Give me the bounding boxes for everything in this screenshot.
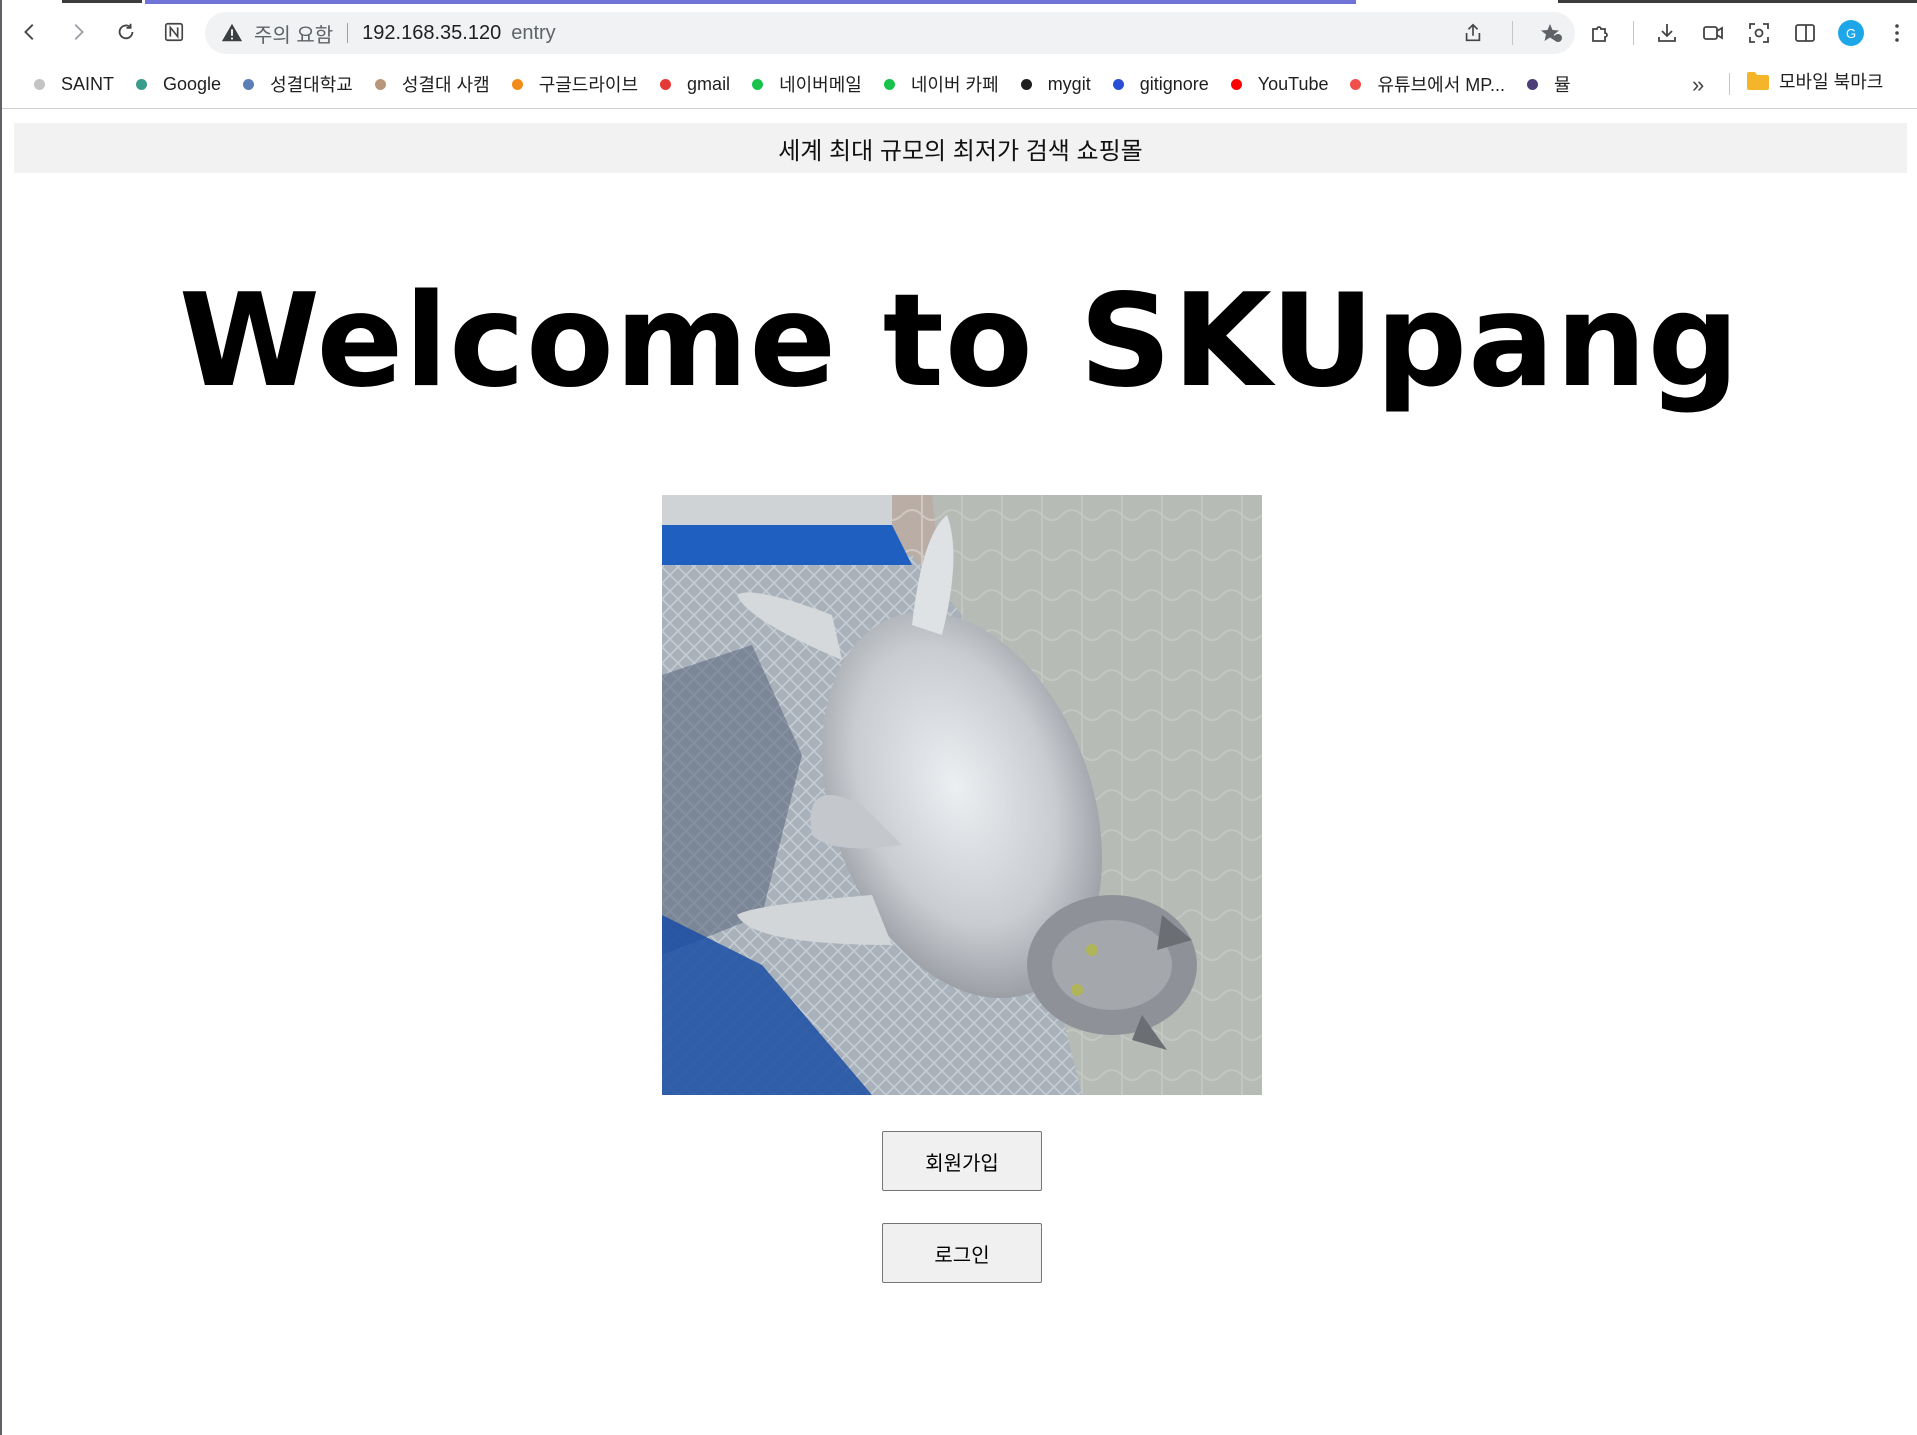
notion-extension-button[interactable]: [154, 12, 194, 52]
bookmarks-overflow-chevron-icon[interactable]: »: [1692, 72, 1704, 98]
page-title: Welcome to SKUpang: [178, 267, 1741, 416]
folder-icon: [1747, 72, 1769, 90]
bookmark-label: gmail: [687, 73, 731, 94]
bookmark-item[interactable]: Google: [136, 74, 221, 95]
address-bar-actions: [1460, 12, 1565, 54]
bookmark-favicon-icon: [374, 78, 386, 90]
page-content: 세계 최대 규모의 최저가 검색 쇼핑몰 Welcome to SKUpang: [2, 109, 1917, 1435]
cat-photo: [662, 495, 1262, 1095]
folder-label: 모바일 북마크: [1779, 72, 1884, 92]
bookmark-label: SAINT: [61, 73, 115, 94]
bookmark-item[interactable]: YouTube: [1230, 73, 1329, 95]
share-icon[interactable]: [1460, 20, 1486, 46]
bookmark-label: 성결대학교: [270, 75, 353, 95]
bookmark-label: 뮬: [1553, 75, 1571, 95]
bookmark-item[interactable]: mygit: [1020, 73, 1091, 95]
bookmark-star-icon[interactable]: [1539, 20, 1565, 46]
more-menu-icon[interactable]: [1884, 20, 1910, 46]
browser-window: 주의 요함 192.168.35.120 entry G SAINT Googl…: [0, 0, 1917, 1435]
bookmark-label: YouTube: [1257, 73, 1329, 94]
bookmark-item[interactable]: 유튜브에서 MP...: [1350, 71, 1505, 97]
bookmark-favicon-icon: [1020, 78, 1032, 90]
divider: [1512, 21, 1513, 45]
reload-icon: [118, 23, 134, 40]
bookmark-item[interactable]: 네이버 카페: [883, 71, 999, 97]
bookmark-item[interactable]: gmail: [660, 74, 730, 95]
back-arrow-icon: [24, 24, 34, 40]
bookmark-item[interactable]: 성결대 사캠: [374, 71, 490, 97]
security-warning-label[interactable]: 주의 요함: [254, 19, 333, 48]
bookmark-label: gitignore: [1139, 73, 1209, 94]
warning-icon[interactable]: [220, 21, 244, 45]
bookmarks-bar: SAINT Google 성결대학교 성결대 사캠 구글드라이브 gmail 네이버메일 네이…: [2, 64, 1917, 104]
bookmark-favicon-icon: [1112, 78, 1124, 90]
site-banner: 세계 최대 규모의 최저가 검색 쇼핑몰: [14, 123, 1907, 173]
tab-strip-edge: [62, 0, 142, 3]
bookmark-label: Google: [163, 73, 222, 94]
login-button[interactable]: 로그인: [882, 1223, 1042, 1283]
extensions-puzzle-icon[interactable]: [1587, 20, 1613, 46]
bookmark-label: 네이버 카페: [910, 75, 999, 95]
bookmark-favicon-icon: [660, 78, 672, 90]
bookmark-label: 네이버메일: [779, 75, 862, 95]
bookmark-item[interactable]: 네이버메일: [752, 71, 862, 97]
screenshot-icon[interactable]: [1746, 20, 1772, 46]
download-icon[interactable]: [1654, 20, 1680, 46]
divider: [1633, 21, 1634, 45]
bookmark-favicon-icon: [511, 78, 523, 90]
divider: [1729, 73, 1730, 95]
bookmark-favicon-icon: [752, 78, 764, 90]
bookmark-item[interactable]: SAINT: [34, 74, 114, 95]
bookmark-favicon-icon: [1350, 78, 1362, 90]
side-panel-icon[interactable]: [1792, 20, 1818, 46]
bookmark-favicon-icon: [1526, 78, 1538, 90]
bookmark-item[interactable]: 성결대학교: [243, 71, 353, 97]
bookmark-item[interactable]: 뮬: [1526, 71, 1571, 97]
bookmark-label: 구글드라이브: [538, 75, 639, 95]
forward-button[interactable]: [58, 12, 98, 52]
url-host[interactable]: 192.168.35.120: [362, 22, 501, 45]
back-button[interactable]: [10, 12, 50, 52]
bookmark-label: 성결대 사캠: [401, 75, 490, 95]
mobile-bookmarks-folder[interactable]: 모바일 북마크: [1747, 68, 1883, 94]
bookmark-favicon-icon: [136, 78, 148, 90]
bookmark-item[interactable]: gitignore: [1112, 73, 1209, 95]
bookmark-favicon-icon: [883, 78, 895, 90]
toolbar-actions: G: [1587, 12, 1910, 54]
tab-strip-edge: [1558, 0, 1917, 3]
browser-toolbar: 주의 요함 192.168.35.120 entry G: [2, 4, 1917, 60]
bookmark-label: mygit: [1047, 73, 1091, 94]
url-divider: [347, 23, 349, 43]
bookmark-label: 유튜브에서 MP...: [1377, 75, 1505, 95]
bookmark-favicon-icon: [34, 78, 45, 90]
bookmark-favicon-icon: [1230, 78, 1242, 90]
url-path[interactable]: entry: [511, 22, 555, 45]
signup-button[interactable]: 회원가입: [882, 1131, 1042, 1191]
screen-record-icon[interactable]: [1700, 20, 1726, 46]
bookmark-item[interactable]: 구글드라이브: [511, 71, 639, 97]
notion-icon: [164, 22, 184, 42]
profile-avatar[interactable]: G: [1838, 20, 1864, 46]
reload-button[interactable]: [106, 12, 146, 52]
bookmark-favicon-icon: [243, 78, 255, 90]
forward-arrow-icon: [74, 24, 84, 40]
address-bar[interactable]: 주의 요함 192.168.35.120 entry: [205, 12, 1575, 54]
